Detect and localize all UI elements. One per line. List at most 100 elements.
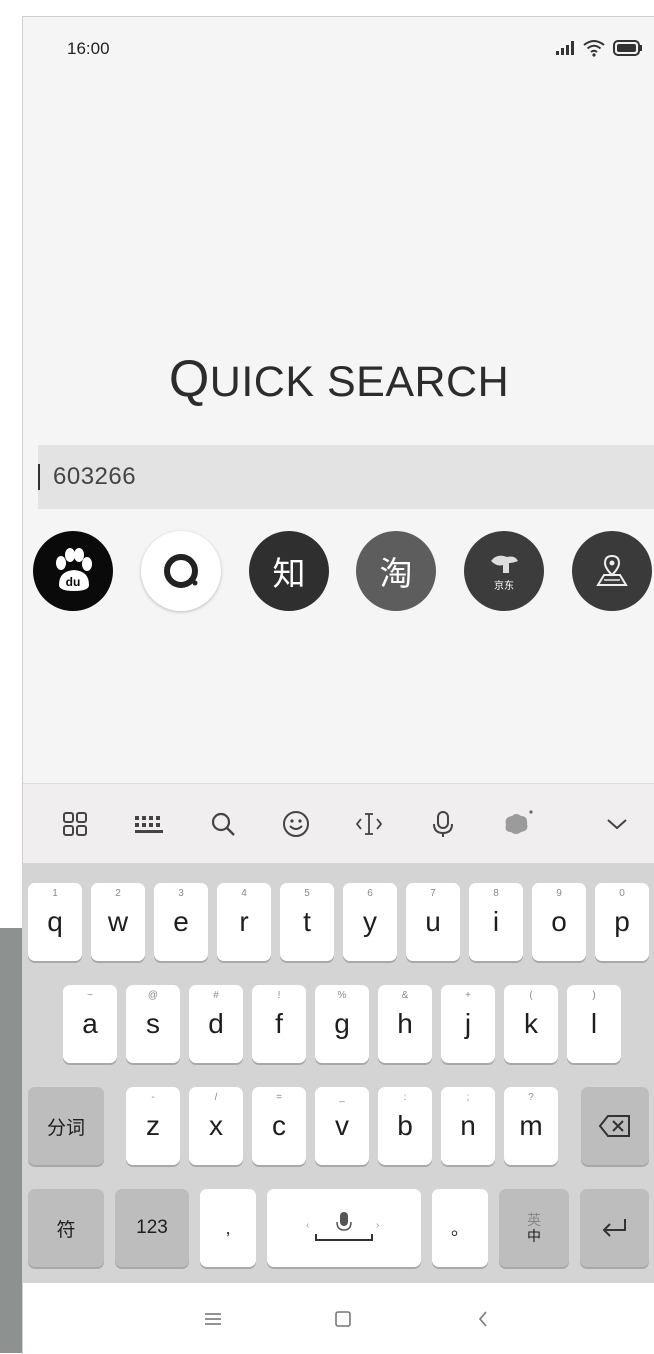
key-label: y (363, 906, 377, 937)
menu-button[interactable] (193, 1303, 233, 1335)
segment-key[interactable]: 分词 (28, 1087, 104, 1165)
map-engine-button[interactable] (572, 531, 652, 611)
key-u[interactable]: 7u (406, 883, 460, 961)
key-label: p (614, 906, 630, 937)
zhihu-engine-button[interactable]: 知 (249, 531, 329, 611)
space-key[interactable]: ‹ › (267, 1189, 421, 1267)
collapse-keyboard-button[interactable] (597, 804, 637, 844)
cursor-move-button[interactable] (349, 804, 389, 844)
taobao-engine-button[interactable]: 淘 (356, 531, 436, 611)
voice-input-button[interactable] (423, 804, 463, 844)
key-m[interactable]: ? m (504, 1087, 558, 1165)
key-label: q (47, 906, 63, 937)
baidu-engine-button[interactable]: du (33, 531, 113, 611)
key-label: v (335, 1110, 349, 1141)
period-key[interactable]: 。 (432, 1189, 488, 1267)
engine-list: du 知 淘 京东 (23, 531, 654, 615)
key-hint: 9 (556, 888, 562, 899)
chevron-down-icon (607, 819, 627, 830)
key-label: c (272, 1110, 286, 1141)
key-label: e (173, 906, 189, 937)
key-i[interactable]: 8i (469, 883, 523, 961)
key-s[interactable]: @ s (126, 985, 180, 1063)
key-a[interactable]: ~ a (63, 985, 117, 1063)
key-x[interactable]: / x (189, 1087, 243, 1165)
keyboard: 1q 2w 3e 4r 5t 6y 7u 8i 9o 0p ~ a @ s # d !… (23, 863, 654, 1283)
key-t[interactable]: 5t (280, 883, 334, 961)
key-h[interactable]: & h (378, 985, 432, 1063)
key-r[interactable]: 4r (217, 883, 271, 961)
key-hint: _ (339, 1092, 345, 1103)
emoji-icon (283, 811, 309, 837)
status-icons (555, 39, 643, 57)
key-b[interactable]: :b (378, 1087, 432, 1165)
backspace-key[interactable] (581, 1087, 649, 1165)
signal-icon (556, 41, 574, 55)
apps-grid-icon (63, 812, 87, 836)
key-e[interactable]: 3e (154, 883, 208, 961)
numbers-label: 123 (136, 1217, 168, 1238)
key-label: o (551, 906, 567, 937)
key-q[interactable]: 1q (28, 883, 82, 961)
key-k[interactable]: (k (504, 985, 558, 1063)
key-label: g (334, 1008, 350, 1039)
key-label: t (303, 906, 311, 937)
key-w[interactable]: 2w (91, 883, 145, 961)
segment-label: 分词 (46, 1117, 85, 1139)
search-input[interactable]: 603266 (38, 445, 654, 509)
key-label: z (146, 1110, 160, 1141)
emoji-button[interactable] (276, 804, 316, 844)
key-y[interactable]: 6y (343, 883, 397, 961)
key-hint: ~ (87, 990, 93, 1001)
search-button[interactable] (203, 804, 243, 844)
skin-button[interactable] (497, 804, 537, 844)
app-title: QUICK SEARCH (23, 349, 654, 409)
key-label: i (492, 906, 500, 937)
key-hint: ( (529, 990, 533, 1001)
language-toggle-key[interactable]: 英 中 (499, 1189, 569, 1267)
key-p[interactable]: 0p (595, 883, 649, 961)
backspace-icon (598, 1115, 630, 1137)
wifi-icon (583, 40, 605, 57)
key-hint: # (213, 990, 219, 1001)
key-hint: ! (277, 990, 281, 1001)
ring-engine-button[interactable] (141, 531, 221, 611)
key-l[interactable]: ) l (567, 985, 621, 1063)
battery-icon (613, 40, 642, 56)
key-g[interactable]: % g (315, 985, 369, 1063)
enter-key[interactable] (580, 1189, 649, 1267)
key-label: w (107, 906, 129, 937)
key-d[interactable]: # d (189, 985, 243, 1063)
key-label: h (397, 1008, 413, 1039)
home-button[interactable] (323, 1303, 363, 1335)
jingdong-engine-button[interactable]: 京东 (464, 531, 544, 611)
space-voice-icon: ‹ › (306, 1212, 379, 1241)
map-pin-icon (596, 554, 628, 586)
key-label: l (590, 1008, 598, 1039)
key-o[interactable]: 9o (532, 883, 586, 961)
key-hint: = (276, 1092, 282, 1103)
key-v[interactable]: _ v (315, 1087, 369, 1165)
comma-key[interactable]: , (200, 1189, 256, 1267)
symbols-label: 符 (56, 1219, 76, 1241)
key-j[interactable]: + j (441, 985, 495, 1063)
key-z[interactable]: -z (126, 1087, 180, 1165)
key-label: a (82, 1008, 98, 1039)
zhihu-label: 知 (272, 555, 306, 592)
key-label: b (397, 1110, 413, 1141)
keyboard-layout-button[interactable] (129, 804, 169, 844)
lang-bottom-label: 中 (527, 1228, 541, 1244)
key-c[interactable]: = c (252, 1087, 306, 1165)
symbols-key[interactable]: 符 (28, 1189, 104, 1267)
numbers-key[interactable]: 123 (115, 1189, 189, 1267)
key-label: s (146, 1008, 160, 1039)
key-n[interactable]: ; n (441, 1087, 495, 1165)
key-label: u (425, 906, 441, 937)
apps-grid-button[interactable] (55, 804, 95, 844)
baidu-paw-icon (56, 548, 92, 591)
svg-text:‹: ‹ (306, 1220, 309, 1231)
back-button[interactable] (463, 1303, 503, 1335)
jd-label: 京东 (494, 580, 514, 592)
key-label: x (209, 1110, 223, 1141)
key-f[interactable]: ! f (252, 985, 306, 1063)
